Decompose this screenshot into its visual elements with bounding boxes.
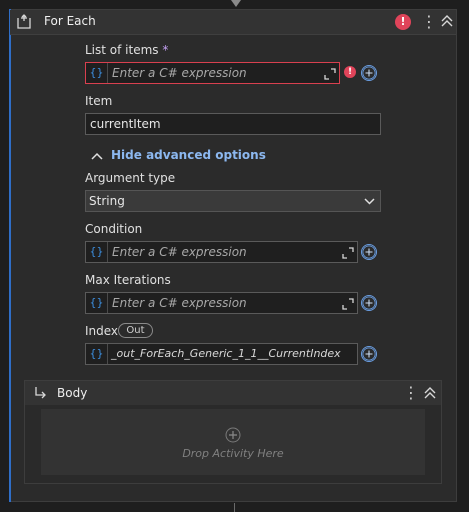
connector-arrow-icon — [231, 0, 241, 7]
argument-type-label: Argument type — [85, 171, 176, 185]
activity-title: For Each — [44, 14, 96, 28]
more-options-icon[interactable]: ⋮ — [403, 383, 419, 403]
collapse-icon[interactable] — [423, 386, 437, 400]
add-variable-icon[interactable] — [361, 244, 377, 260]
required-mark: * — [162, 43, 169, 57]
add-activity-icon[interactable] — [225, 427, 241, 443]
list-of-items-label: List of items * — [85, 43, 169, 57]
expression-braces-icon: {} — [86, 63, 108, 83]
expression-braces-icon: {} — [86, 293, 108, 313]
list-of-items-placeholder: Enter a C# expression — [112, 66, 247, 80]
max-iterations-label: Max Iterations — [85, 273, 171, 287]
error-icon[interactable]: ! — [395, 14, 411, 30]
argument-type-select[interactable] — [85, 190, 381, 212]
body-title: Body — [57, 386, 88, 400]
connector-line-bottom — [234, 503, 235, 512]
more-options-icon[interactable]: ⋮ — [421, 12, 437, 32]
index-value: _out_ForEach_Generic_1_1__CurrentIndex — [111, 347, 341, 360]
expand-editor-icon[interactable] — [324, 68, 336, 80]
hide-advanced-options-link[interactable]: Hide advanced options — [111, 148, 266, 162]
condition-label: Condition — [85, 222, 143, 236]
condition-placeholder: Enter a C# expression — [112, 245, 247, 259]
for-each-icon — [17, 14, 31, 29]
add-variable-icon[interactable] — [361, 65, 377, 81]
out-direction-badge: Out — [118, 323, 153, 338]
expand-editor-icon[interactable] — [342, 298, 354, 310]
item-label: Item — [85, 94, 113, 108]
field-error-icon[interactable]: ! — [344, 66, 356, 78]
max-iterations-placeholder: Enter a C# expression — [112, 296, 247, 310]
add-variable-icon[interactable] — [361, 346, 377, 362]
argument-type-value: String — [89, 194, 125, 208]
activity-selection-accent — [9, 9, 11, 502]
drop-activity-text: Drop Activity Here — [182, 447, 284, 460]
item-value: currentItem — [90, 117, 161, 131]
expression-braces-icon: {} — [86, 242, 108, 262]
body-arrow-icon — [35, 387, 46, 399]
expand-editor-icon[interactable] — [342, 247, 354, 259]
chevron-down-icon[interactable] — [364, 197, 375, 205]
index-label: Index — [85, 324, 119, 338]
collapse-icon[interactable] — [440, 14, 454, 28]
add-variable-icon[interactable] — [361, 295, 377, 311]
body-header[interactable] — [25, 381, 441, 405]
chevron-up-icon[interactable] — [91, 151, 103, 161]
expression-braces-icon: {} — [86, 344, 108, 364]
